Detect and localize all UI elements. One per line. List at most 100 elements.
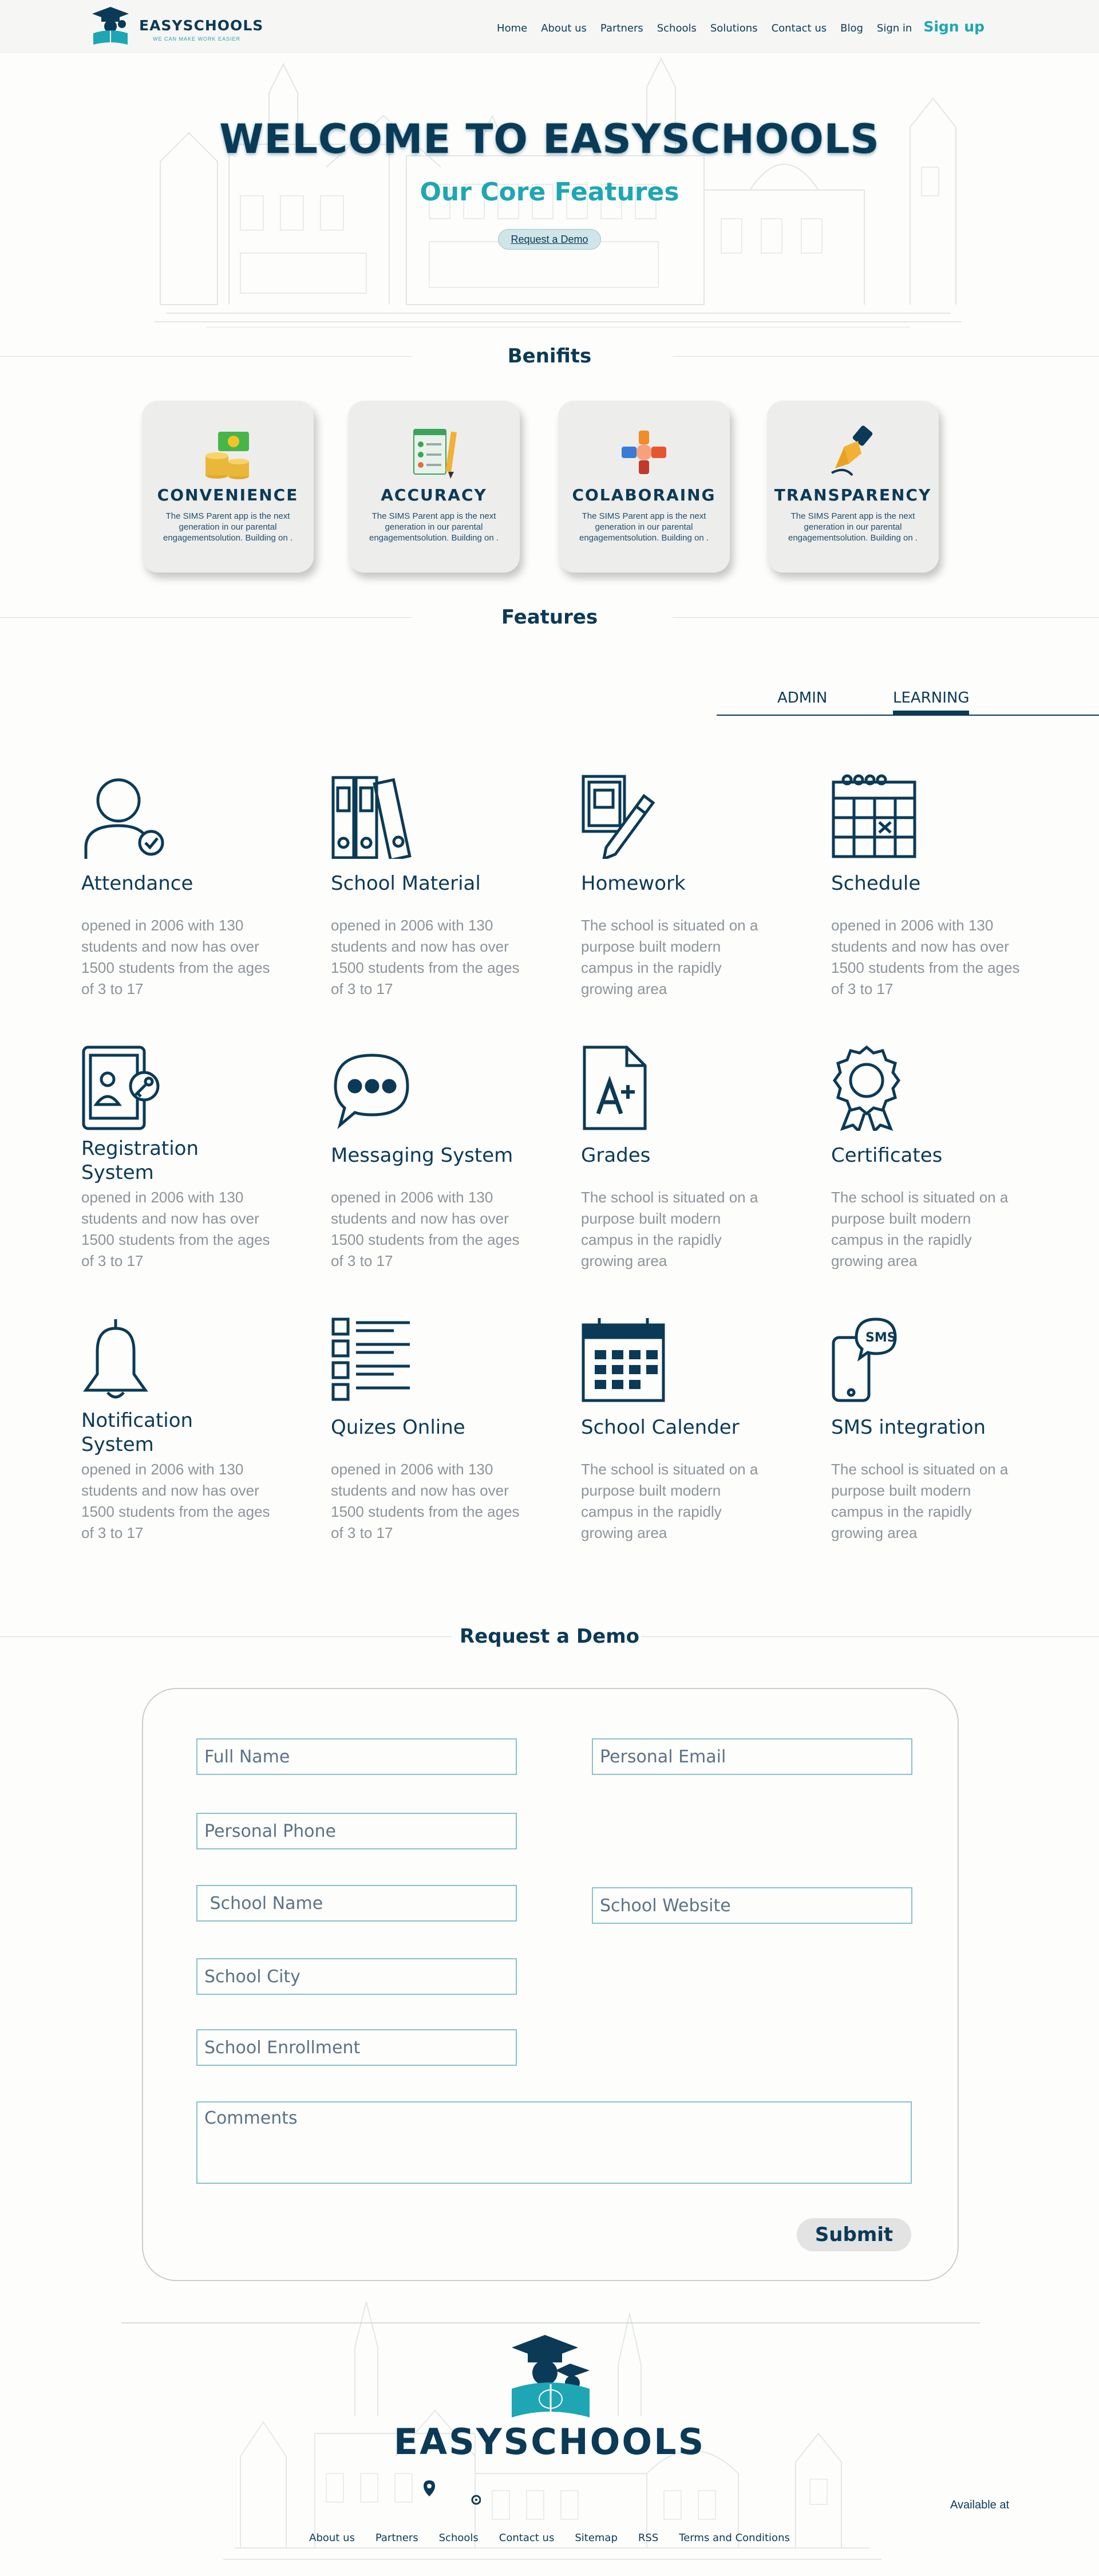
nav-about-us[interactable]: About us [541, 22, 587, 34]
footer-social-icons [424, 2480, 481, 2505]
handshake-icon [622, 431, 666, 474]
footer-brand-name: EASYSCHOOLS [393, 2421, 706, 2463]
demo-heading-bar: Request a Demo [0, 1625, 1099, 1648]
feature-title: Quizes Online [331, 1416, 465, 1439]
footer-link-schools[interactable]: Schools [439, 2532, 479, 2544]
nav-schools[interactable]: Schools [657, 22, 697, 34]
feature-title: School Calender [581, 1416, 740, 1439]
footer-nav: About us Partners Schools Contact us Sit… [0, 2532, 1099, 2544]
grade-document-icon [583, 1046, 647, 1130]
hero-subtitle: Our Core Features [420, 177, 679, 207]
feature-title: Schedule [831, 872, 921, 895]
feature-title: Grades [581, 1144, 651, 1167]
feature-desc: opened in 2006 with 130 students and now… [81, 1189, 270, 1269]
benefit-card-convenience: CONVENIENCE The SIMS Parent app is the n… [142, 401, 314, 573]
feature-title: Attendance [81, 872, 193, 895]
nav-partners[interactable]: Partners [600, 22, 643, 34]
book-pencil-icon [582, 775, 655, 859]
benefit-text: The SIMS Parent app is the next generati… [579, 511, 709, 543]
feature-title: SMS integration [831, 1416, 986, 1439]
footer-link-sitemap[interactable]: Sitemap [575, 2532, 618, 2544]
main-nav: Home About us Partners Schools Solutions… [483, 18, 985, 35]
chat-bubble-icon [334, 1054, 409, 1130]
comments-textarea[interactable] [196, 2101, 912, 2184]
feature-desc: The school is situated on a purpose buil… [831, 1461, 1009, 1541]
award-ribbon-icon [832, 1045, 901, 1131]
benefit-title: TRANSPARENCY [774, 486, 932, 504]
school-city-input[interactable] [196, 1958, 517, 1995]
feature-desc: The school is situated on a purpose buil… [581, 1189, 758, 1269]
benefits-heading-bar: Benifits [0, 345, 1099, 368]
hero-section: WELCOME TO EASYSCHOOLS Our Core Features… [0, 53, 1099, 350]
school-enrollment-input[interactable] [196, 2029, 517, 2066]
footer-link-terms[interactable]: Terms and Conditions [679, 2532, 790, 2544]
brand-home-link[interactable]: EASYSCHOOLS WE CAN MAKE WORK EASIER [89, 5, 272, 48]
benefit-text: The SIMS Parent app is the next generati… [788, 511, 918, 543]
feature-title: Messaging System [331, 1144, 513, 1167]
features-heading-bar: Features [0, 606, 1099, 629]
request-demo-button[interactable]: Request a Demo [498, 229, 601, 250]
user-check-icon [84, 778, 164, 859]
fountain-pen-icon [831, 425, 873, 476]
full-name-input[interactable] [196, 1738, 517, 1775]
feature-title: Homework [581, 872, 686, 895]
calendar-icon [582, 1318, 665, 1402]
benefit-card-collaborating: COLABORAING The SIMS Parent app is the n… [558, 401, 730, 573]
feature-desc: The school is situated on a purpose buil… [581, 917, 758, 997]
footer-logo-icon [512, 2335, 590, 2417]
benefit-card-transparency: TRANSPARENCY The SIMS Parent app is the … [767, 401, 939, 573]
footer-link-about-us[interactable]: About us [309, 2532, 355, 2544]
school-name-input[interactable] [196, 1885, 517, 1922]
submit-button[interactable]: Submit [797, 2218, 911, 2251]
circle-icon[interactable] [471, 2495, 481, 2505]
footer-link-partners[interactable]: Partners [375, 2532, 418, 2544]
feature-title: School Material [331, 872, 481, 895]
tab-learning[interactable]: LEARNING [893, 689, 970, 715]
school-website-input[interactable] [592, 1887, 912, 1924]
nav-contact-us[interactable]: Contact us [772, 22, 827, 34]
top-navbar: EASYSCHOOLS WE CAN MAKE WORK EASIER Home… [0, 0, 1099, 53]
svg-text:SMS: SMS [865, 1331, 896, 1345]
calendar-grid-icon [832, 774, 916, 858]
nav-sign-up[interactable]: Sign up [923, 18, 985, 35]
nav-home[interactable]: Home [497, 22, 527, 34]
footer-link-rss[interactable]: RSS [638, 2532, 658, 2544]
feature-desc: The school is situated on a purpose buil… [581, 1461, 758, 1541]
benefit-text: The SIMS Parent app is the next generati… [369, 511, 499, 543]
nav-blog[interactable]: Blog [840, 22, 863, 34]
tab-admin[interactable]: ADMIN [777, 689, 827, 710]
feature-title: Certificates [831, 1144, 943, 1167]
footer-link-contact-us[interactable]: Contact us [499, 2532, 555, 2544]
personal-email-input[interactable] [592, 1738, 912, 1775]
brand-tagline: WE CAN MAKE WORK EASIER [153, 36, 241, 42]
feature-desc: opened in 2006 with 130 students and now… [331, 1189, 520, 1269]
brand-name: EASYSCHOOLS [139, 17, 264, 34]
tablet-key-icon [82, 1046, 160, 1130]
graduation-logo-icon [92, 7, 129, 45]
feature-desc: opened in 2006 with 130 students and now… [331, 917, 520, 997]
sms-phone-icon: SMS [832, 1317, 897, 1402]
feature-desc: opened in 2006 with 130 students and now… [81, 1461, 270, 1541]
benefit-card-accuracy: ACCURACY The SIMS Parent app is the next… [348, 401, 520, 573]
nav-solutions[interactable]: Solutions [710, 22, 758, 34]
benefit-title: ACCURACY [381, 486, 487, 504]
available-at-label: Available at [950, 2499, 1010, 2511]
features-tabs: ADMIN LEARNING [717, 687, 1099, 717]
feature-desc: The school is situated on a purpose buil… [831, 1189, 1009, 1269]
demo-heading: Request a Demo [459, 1625, 640, 1648]
location-pin-icon[interactable] [424, 2480, 435, 2496]
benefit-title: CONVENIENCE [157, 486, 299, 504]
benefits-heading: Benifits [507, 345, 592, 368]
bell-icon [83, 1319, 148, 1399]
nav-sign-in[interactable]: Sign in [877, 22, 912, 34]
feature-desc: opened in 2006 with 130 students and now… [81, 917, 270, 997]
benefit-text: The SIMS Parent app is the next generati… [163, 511, 292, 543]
feature-desc: opened in 2006 with 130 students and now… [831, 917, 1020, 997]
checklist-pencil-icon [413, 429, 457, 479]
benefit-title: COLABORAING [572, 486, 716, 504]
personal-phone-input[interactable] [196, 1813, 517, 1849]
feature-desc: opened in 2006 with 130 students and now… [331, 1461, 520, 1541]
checklist-icon [331, 1317, 410, 1401]
feature-title: Notification System [81, 1409, 193, 1456]
money-coins-icon [205, 432, 249, 479]
